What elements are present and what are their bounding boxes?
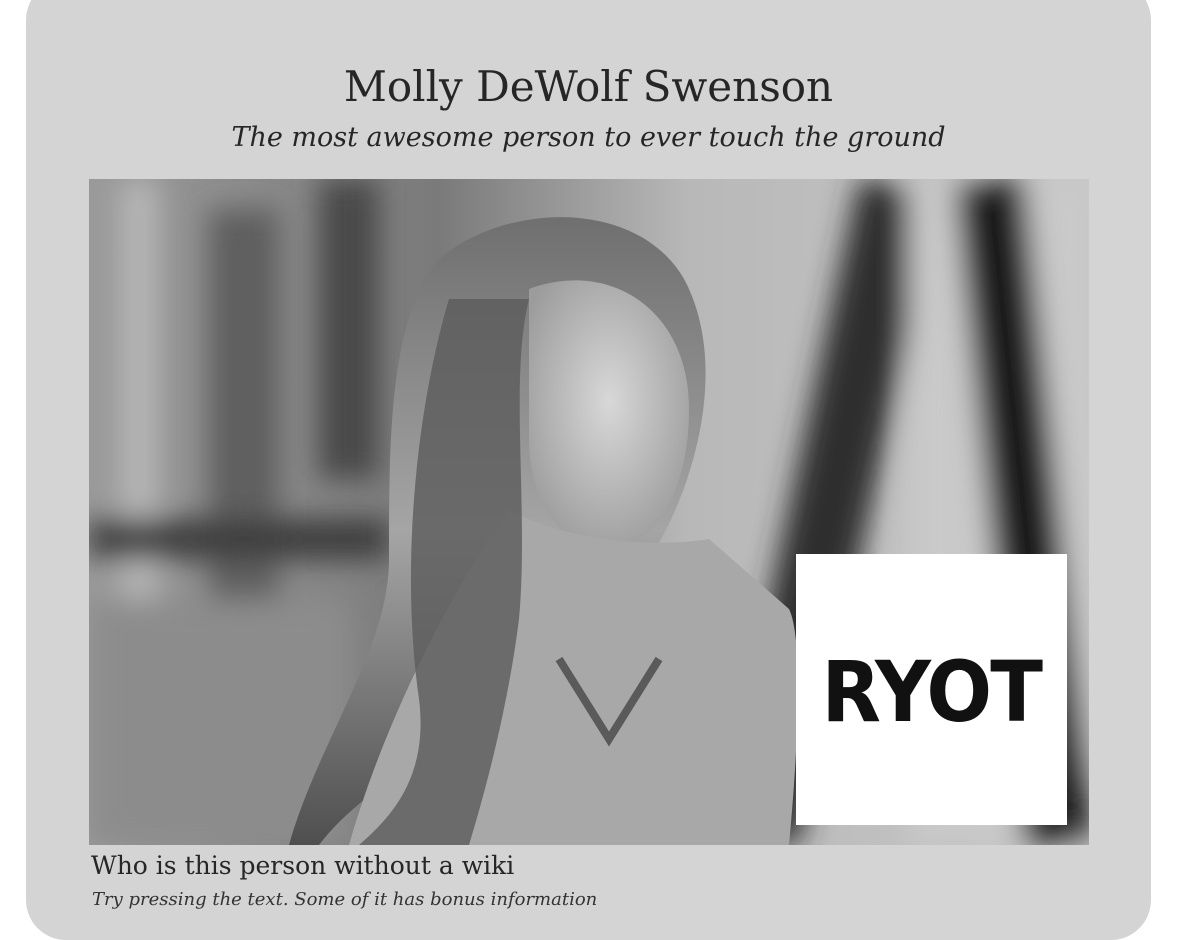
ryot-logo-text: RYOT (821, 642, 1043, 741)
section-hint[interactable]: Try pressing the text. Some of it has bo… (92, 889, 597, 910)
section-heading[interactable]: Who is this person without a wiki (91, 851, 514, 880)
ryot-logo: RYOT (796, 554, 1067, 825)
page-subtitle[interactable]: The most awesome person to ever touch th… (26, 122, 1151, 153)
page-title[interactable]: Molly DeWolf Swenson (26, 62, 1151, 111)
